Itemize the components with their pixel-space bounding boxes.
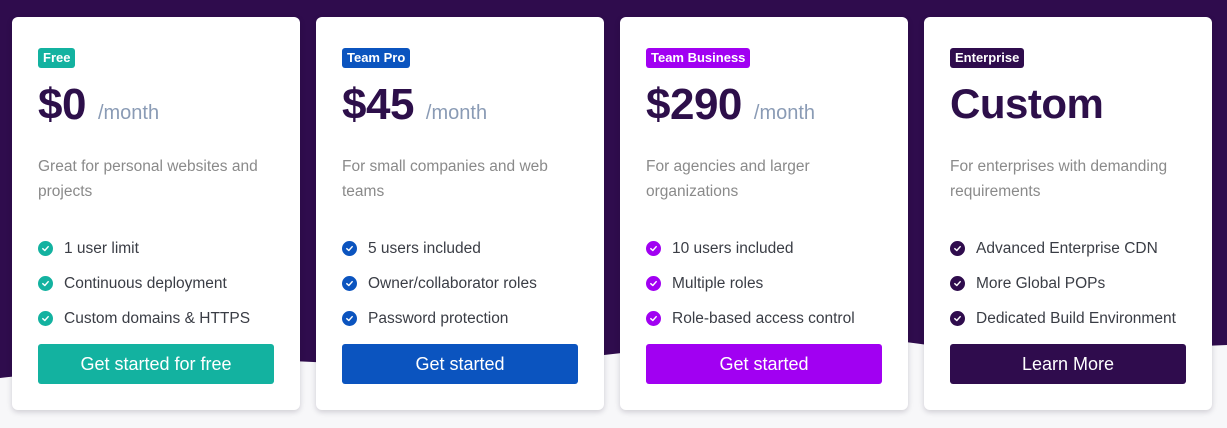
feature-label: Multiple roles: [672, 274, 764, 292]
feature-label: Continuous deployment: [64, 274, 227, 292]
feature-label: Advanced Enterprise CDN: [976, 239, 1158, 257]
feature-label: 10 users included: [672, 239, 794, 257]
plan-price: $290: [646, 80, 742, 129]
feature-item: More Global POPs: [950, 266, 1186, 301]
plan-badge: Free: [38, 48, 76, 68]
feature-label: Password protection: [368, 309, 509, 327]
plan-card-free: Free $0 /month Great for personal websit…: [12, 17, 300, 410]
feature-item: Continuous deployment: [38, 266, 274, 301]
check-circle-icon: [646, 241, 661, 256]
check-circle-icon: [950, 311, 965, 326]
feature-label: Custom domains & HTTPS: [64, 309, 251, 327]
check-circle-icon: [342, 241, 357, 256]
check-circle-icon: [646, 276, 661, 291]
get-started-team-business-button[interactable]: Get started: [646, 344, 882, 384]
get-started-team-pro-button[interactable]: Get started: [342, 344, 578, 384]
plan-price: $0: [38, 80, 86, 129]
feature-item: Role-based access control: [646, 301, 882, 336]
get-started-free-button[interactable]: Get started for free: [38, 344, 274, 384]
feature-item: Custom domains & HTTPS: [38, 301, 274, 336]
plan-badge: Team Pro: [342, 48, 411, 68]
plan-card-enterprise: Enterprise Custom For enterprises with d…: [924, 17, 1212, 410]
plan-badge: Team Business: [646, 48, 751, 68]
plan-description: Great for personal websites and projects: [38, 158, 258, 200]
price-period: /month: [97, 102, 160, 124]
feature-list: Advanced Enterprise CDN More Global POPs…: [950, 231, 1186, 336]
feature-label: 1 user limit: [64, 239, 139, 257]
price-row: $0 /month: [38, 80, 274, 136]
feature-list: 1 user limit Continuous deployment Custo…: [38, 231, 274, 336]
price-row: $290 /month: [646, 80, 882, 136]
feature-list: 5 users included Owner/collaborator role…: [342, 231, 578, 336]
feature-item: 10 users included: [646, 231, 882, 266]
pricing-cards: Free $0 /month Great for personal websit…: [12, 17, 1212, 410]
feature-item: 5 users included: [342, 231, 578, 266]
price-period: /month: [425, 102, 488, 124]
feature-label: Role-based access control: [672, 309, 855, 327]
check-circle-icon: [646, 311, 661, 326]
check-circle-icon: [342, 311, 357, 326]
price-row: Custom: [950, 80, 1186, 136]
feature-list: 10 users included Multiple roles Role-ba…: [646, 231, 882, 336]
feature-item: Multiple roles: [646, 266, 882, 301]
price-row: $45 /month: [342, 80, 578, 136]
feature-item: Advanced Enterprise CDN: [950, 231, 1186, 266]
learn-more-button[interactable]: Learn More: [950, 344, 1186, 384]
check-circle-icon: [342, 276, 357, 291]
feature-label: Owner/collaborator roles: [368, 274, 537, 292]
plan-price: $45: [342, 80, 414, 129]
feature-label: 5 users included: [368, 239, 481, 257]
feature-label: More Global POPs: [976, 274, 1106, 292]
check-circle-icon: [38, 241, 53, 256]
plan-description: For enterprises with demanding requireme…: [950, 158, 1168, 200]
plan-card-team-pro: Team Pro $45 /month For small companies …: [316, 17, 604, 410]
feature-item: Dedicated Build Environment: [950, 301, 1186, 336]
feature-item: 1 user limit: [38, 231, 274, 266]
plan-description: For small companies and web teams: [342, 158, 548, 200]
plan-description: For agencies and larger organizations: [646, 158, 810, 200]
feature-label: Dedicated Build Environment: [976, 309, 1176, 327]
check-circle-icon: [950, 241, 965, 256]
feature-item: Password protection: [342, 301, 578, 336]
plan-badge: Enterprise: [950, 48, 1025, 68]
price-period: /month: [753, 102, 816, 124]
feature-item: Owner/collaborator roles: [342, 266, 578, 301]
plan-price: Custom: [950, 80, 1104, 127]
check-circle-icon: [38, 311, 53, 326]
plan-card-team-business: Team Business $290 /month For agencies a…: [620, 17, 908, 410]
check-circle-icon: [950, 276, 965, 291]
check-circle-icon: [38, 276, 53, 291]
